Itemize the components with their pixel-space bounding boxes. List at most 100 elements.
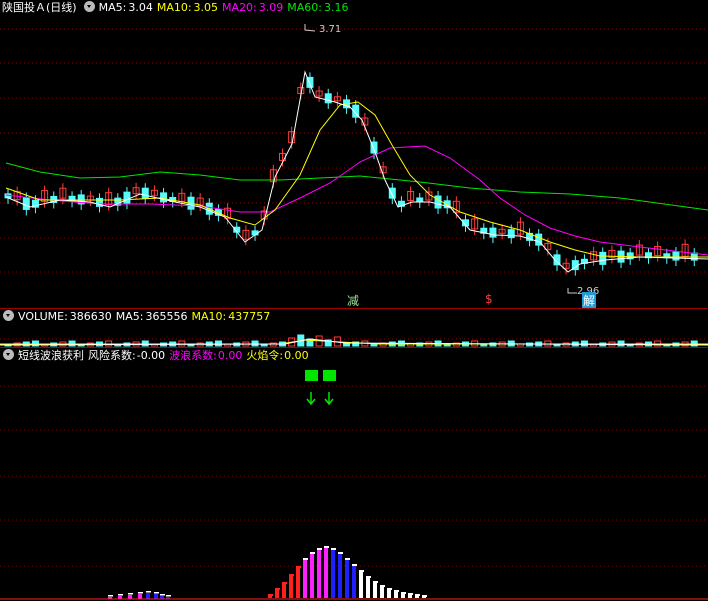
vol-ma5-value: 365556 bbox=[145, 310, 188, 323]
wave-bar bbox=[310, 554, 314, 598]
vol-ma10-label: MA10: bbox=[191, 310, 227, 323]
indicator-chart[interactable] bbox=[0, 348, 708, 601]
indicator-name: 短线波浪获利 bbox=[18, 349, 84, 362]
risk-label: 风险系数: bbox=[88, 349, 136, 362]
signal-s: $ bbox=[485, 292, 493, 306]
ma10-line bbox=[5, 101, 708, 258]
wave-cap bbox=[310, 552, 315, 554]
wave-cap bbox=[352, 564, 357, 566]
high-marker: 3.71 bbox=[319, 24, 342, 35]
ma5-label: MA5: bbox=[98, 1, 127, 14]
wave-bar bbox=[303, 560, 307, 598]
wave-cap-small bbox=[166, 595, 171, 597]
wave-cap bbox=[366, 576, 371, 578]
wave-cap bbox=[268, 594, 273, 596]
ma10-label: MA10: bbox=[156, 1, 192, 14]
price-chart[interactable] bbox=[0, 0, 708, 308]
wave-cap bbox=[338, 552, 343, 554]
wave-label: 波浪系数: bbox=[169, 349, 217, 362]
candle-down bbox=[507, 229, 515, 239]
wave-cap bbox=[282, 582, 287, 584]
wave-cap bbox=[296, 566, 301, 568]
candle-down bbox=[141, 187, 149, 199]
wave-bar bbox=[275, 590, 279, 598]
high-pointer bbox=[304, 24, 316, 32]
wave-cap-small bbox=[160, 594, 165, 596]
wave-bar bbox=[422, 597, 426, 598]
wave-bar bbox=[380, 587, 384, 598]
ma60-label: MA60: bbox=[287, 1, 322, 14]
risk-value: -0.00 bbox=[136, 349, 166, 362]
signal-jie: 解 bbox=[582, 292, 597, 309]
wave-bar bbox=[324, 548, 328, 598]
signal-box-1 bbox=[305, 370, 318, 381]
candle-down bbox=[324, 93, 332, 104]
signal-jian: 减 bbox=[347, 294, 360, 308]
wave-cap-small bbox=[146, 591, 151, 593]
wave-bar bbox=[366, 578, 370, 598]
wave-bar-small bbox=[128, 595, 132, 599]
ma10-value: 3.05 bbox=[193, 1, 219, 14]
ma60-value: 3.16 bbox=[323, 1, 349, 14]
wave-cap bbox=[359, 570, 364, 572]
vol-ma5-label: MA5: bbox=[115, 310, 144, 323]
candle-down bbox=[489, 227, 497, 238]
wave-cap bbox=[408, 593, 413, 595]
candle-down bbox=[416, 197, 424, 203]
candle-down bbox=[22, 196, 30, 210]
wave-bar bbox=[352, 566, 356, 598]
volume-toggle-icon[interactable] bbox=[3, 310, 14, 321]
signal-box-2 bbox=[323, 370, 336, 381]
wave-bar bbox=[359, 572, 363, 598]
period-label: (日线) bbox=[46, 1, 77, 14]
wave-cap bbox=[331, 548, 336, 550]
price-panel: 陕国投Ａ(日线) MA5: 3.04 MA10: 3.05 MA20: 3.09 MA60: 3… bbox=[0, 0, 708, 309]
wave-cap bbox=[324, 546, 329, 548]
wave-cap bbox=[415, 594, 420, 596]
wave-bar bbox=[345, 560, 349, 598]
wave-cap bbox=[373, 581, 378, 583]
wave-bar bbox=[289, 576, 293, 598]
wave-bar bbox=[394, 592, 398, 598]
wave-cap bbox=[303, 558, 308, 560]
price-header: 陕国投Ａ(日线) MA5: 3.04 MA10: 3.05 MA20: 3.09 MA60: 3… bbox=[0, 0, 352, 16]
wave-bar bbox=[373, 583, 377, 598]
wave-cap bbox=[275, 588, 280, 590]
candle-down bbox=[123, 191, 131, 204]
wave-bar-small bbox=[138, 594, 142, 599]
wave-cap bbox=[387, 588, 392, 590]
wave-cap bbox=[345, 558, 350, 560]
wave-bar-small bbox=[154, 594, 158, 599]
ma20-label: MA20: bbox=[222, 1, 257, 14]
fire-value: 0.00 bbox=[284, 349, 309, 362]
wave-bar bbox=[387, 590, 391, 598]
vol-ma10-value: 437757 bbox=[228, 310, 271, 323]
volume-label: VOLUME: bbox=[18, 310, 68, 323]
wave-cap bbox=[380, 585, 385, 587]
wave-cap bbox=[394, 590, 399, 592]
volume-header: VOLUME: 386630 MA5: 365556 MA10: 437757 bbox=[0, 309, 274, 325]
wave-cap bbox=[317, 548, 322, 550]
candle-down bbox=[160, 192, 168, 203]
wave-bar-small bbox=[146, 593, 150, 599]
wave-bar bbox=[408, 595, 412, 598]
ma5-value: 3.04 bbox=[128, 1, 153, 14]
wave-cap bbox=[401, 592, 406, 594]
indicator-header: 短线波浪获利 风险系数:-0.00 波浪系数:0.00 火焰令:0.00 bbox=[0, 348, 313, 364]
wave-cap-small bbox=[108, 595, 113, 597]
wave-bar bbox=[282, 584, 286, 598]
wave-bar bbox=[338, 554, 342, 598]
wave-value: 0.00 bbox=[217, 349, 243, 362]
wave-bar bbox=[415, 596, 419, 598]
indicator-panel: 短线波浪获利 风险系数:-0.00 波浪系数:0.00 火焰令:0.00 bbox=[0, 348, 708, 601]
wave-bar bbox=[268, 596, 272, 598]
wave-bar bbox=[331, 550, 335, 598]
wave-cap bbox=[422, 595, 427, 597]
candle-down bbox=[672, 251, 680, 261]
stock-name[interactable]: 陕国投Ａ bbox=[2, 1, 46, 14]
indicator-toggle-icon[interactable] bbox=[3, 349, 14, 360]
wave-cap bbox=[289, 574, 294, 576]
ma20-value: 3.09 bbox=[258, 1, 284, 14]
wave-cap-small bbox=[138, 592, 143, 594]
price-toggle-icon[interactable] bbox=[83, 1, 95, 12]
